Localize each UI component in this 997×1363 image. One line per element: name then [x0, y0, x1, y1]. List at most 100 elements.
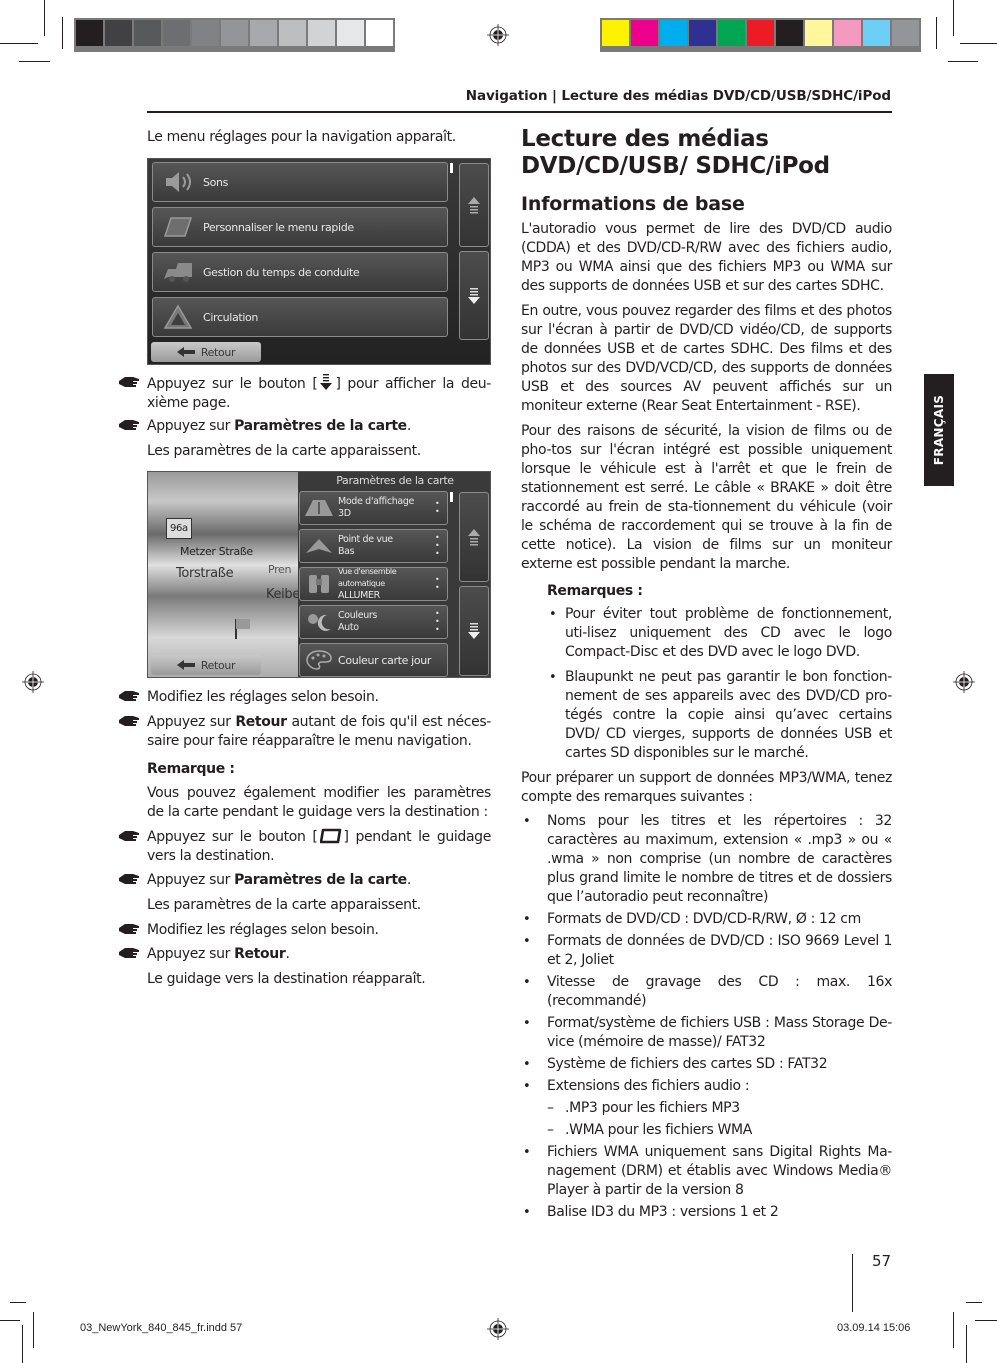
- crop-mark: [0, 1320, 20, 1321]
- road-3d-icon: [304, 495, 334, 521]
- speaker-icon: [159, 169, 197, 195]
- color-swatch: [892, 20, 919, 46]
- step-text: .: [406, 418, 411, 434]
- scroll-up-button[interactable]: [459, 492, 489, 582]
- scroll-down-icon: [468, 287, 480, 304]
- instruction-step: Appuyez sur Paramètres de la carte.: [119, 417, 491, 436]
- requirement-item: Balise ID3 du MP3 : versions 1 et 2: [521, 1203, 892, 1222]
- menu-item-gestion-temps[interactable]: Gestion du temps de conduite: [152, 252, 448, 292]
- requirement-item: Format/système de fichiers USB : Mass St…: [521, 1014, 892, 1052]
- scroll-position-indicator: [450, 163, 453, 173]
- map-button-icon: [319, 828, 341, 844]
- step-text: .: [406, 872, 411, 888]
- setting-vue-ensemble[interactable]: Vue d'ensemble automatique ALLUMER • •: [299, 567, 448, 601]
- retour-button[interactable]: Retour: [151, 655, 261, 675]
- language-tab: FRANÇAIS: [924, 374, 954, 486]
- setting-couleurs[interactable]: Couleurs Auto • • •: [299, 605, 448, 639]
- color-swatch: [689, 20, 716, 46]
- menu-item-personnaliser[interactable]: Personnaliser le menu rapide: [152, 207, 448, 247]
- instruction-step: Appuyez sur Retour.: [119, 945, 491, 964]
- street-label: Pren: [268, 563, 292, 576]
- instruction-step: Appuyez sur Retour autant de fois qu'il …: [119, 713, 491, 751]
- crop-mark: [852, 1254, 853, 1312]
- step-text: .: [285, 946, 290, 962]
- crop-mark: [62, 17, 63, 49]
- crop-mark: [22, 1325, 23, 1363]
- scroll-up-icon: [468, 197, 480, 214]
- binoculars-icon: [304, 571, 334, 597]
- step-text: Appuyez sur: [147, 418, 235, 434]
- setting-mode-affichage[interactable]: Mode d'affichage 3D • •: [299, 491, 448, 525]
- menu-item-circulation[interactable]: Circulation: [152, 297, 448, 337]
- setting-label: Couleurs: [338, 610, 378, 621]
- step-text: Modifiez les réglages selon besoin.: [147, 922, 379, 938]
- remark-item: Blaupunkt ne peut pas garantir le bon fo…: [547, 668, 892, 763]
- crop-mark: [966, 1302, 982, 1303]
- color-swatch: [747, 20, 774, 46]
- requirement-item: Vitesse de gravage des CD : max. 16x (re…: [521, 973, 892, 1011]
- color-swatch: [718, 20, 745, 46]
- menu-item-label: Gestion du temps de conduite: [203, 265, 360, 279]
- warning-triangle-icon: [159, 304, 197, 330]
- scroll-down-button[interactable]: [459, 251, 489, 340]
- body-paragraph: En outre, vous pouvez regarder des films…: [521, 303, 892, 414]
- result-text: Les paramètres de la carte apparaissent.: [147, 897, 421, 913]
- prep-text: Pour préparer un support de données MP3/…: [521, 770, 892, 805]
- step-text: Modifiez les réglages selon besoin.: [147, 689, 379, 705]
- crop-mark: [44, 0, 45, 36]
- requirement-item: Système de fichiers des cartes SD : FAT3…: [521, 1055, 892, 1074]
- setting-point-de-vue[interactable]: Point de vue Bas • • •: [299, 529, 448, 563]
- running-header: Navigation | Lecture des médias DVD/CD/U…: [465, 88, 891, 104]
- back-arrow-icon: [176, 347, 195, 357]
- remarks-title: Remarques :: [547, 583, 643, 599]
- step-bold-term: Paramètres de la carte: [234, 418, 407, 434]
- instruction-step: Modifiez les réglages selon besoin.: [119, 921, 491, 940]
- scroll-down-button[interactable]: [459, 586, 489, 676]
- page-number: 57: [872, 1252, 892, 1270]
- right-column: Lecture des médias DVD/CD/USB/ SDHC/iPod…: [521, 126, 892, 1225]
- color-swatch: [337, 20, 364, 46]
- color-swatch: [279, 20, 306, 46]
- setting-label: Point de vue: [338, 534, 393, 545]
- menu-item-label: Sons: [203, 175, 229, 189]
- color-swatch: [105, 20, 132, 46]
- scroll-up-icon: [468, 529, 480, 546]
- scroll-down-icon: [320, 374, 333, 390]
- pointing-hand-icon: [119, 874, 139, 884]
- option-dots-icon: • • •: [435, 533, 440, 558]
- street-label: Metzer Straße: [180, 545, 253, 558]
- setting-label: Couleur carte jour: [338, 653, 432, 667]
- scroll-up-button[interactable]: [459, 163, 489, 247]
- menu-item-label: Circulation: [203, 310, 259, 324]
- requirement-item: Fichiers WMA uniquement sans Digital Rig…: [521, 1143, 892, 1200]
- pointing-hand-icon: [119, 377, 139, 387]
- option-dots-icon: • •: [435, 575, 440, 592]
- cmyk-color-bar: [600, 18, 921, 52]
- setting-couleur-carte-jour[interactable]: Couleur carte jour: [299, 643, 448, 677]
- extension-item: .MP3 pour les fichiers MP3: [521, 1099, 892, 1118]
- navigation-settings-screenshot: Sons Personnaliser le menu rapide Gestio…: [147, 158, 491, 365]
- note-title: Remarque :: [147, 761, 235, 777]
- crop-mark: [953, 0, 954, 36]
- retour-label: Retour: [200, 658, 236, 672]
- color-swatch: [134, 20, 161, 46]
- extension-item: .WMA pour les fichiers WMA: [521, 1121, 892, 1140]
- retour-button[interactable]: Retour: [151, 342, 261, 362]
- setting-value: 3D: [338, 508, 351, 519]
- color-swatch: [192, 20, 219, 46]
- body-paragraph: L'autoradio vous permet de lire des DVD/…: [521, 221, 892, 294]
- street-label: Torstraße: [176, 566, 234, 581]
- crop-mark: [19, 61, 50, 62]
- setting-value: Bas: [338, 546, 355, 557]
- menu-item-sons[interactable]: Sons: [152, 162, 448, 202]
- crop-mark: [0, 43, 38, 44]
- setting-value: Auto: [338, 622, 359, 633]
- road-number-label: 96a: [166, 518, 192, 539]
- option-dots-icon: • • •: [435, 609, 440, 634]
- color-swatch: [308, 20, 335, 46]
- color-swatch: [602, 20, 629, 46]
- step-bold-term: Retour: [234, 946, 286, 962]
- crop-mark: [960, 43, 997, 44]
- step-text: Appuyez sur: [147, 946, 235, 962]
- pointing-hand-icon: [119, 691, 139, 701]
